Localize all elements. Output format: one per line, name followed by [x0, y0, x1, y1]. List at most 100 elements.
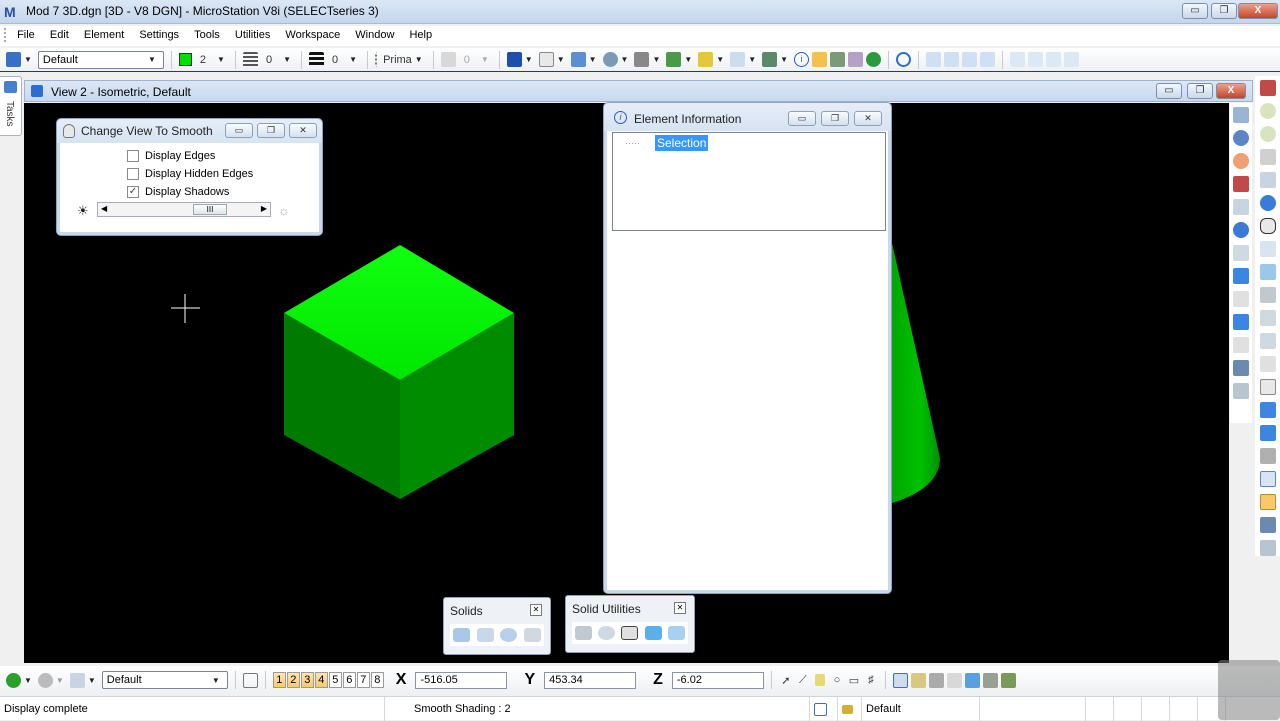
view-groups-tool[interactable]: ▼ — [69, 671, 99, 689]
dialog-close-button[interactable]: ✕ — [854, 111, 882, 126]
view-title-bar[interactable]: View 2 - Isometric, Default ▭ ❐ X — [24, 80, 1253, 102]
copy-view-icon[interactable] — [1233, 107, 1249, 123]
thicken-icon[interactable] — [644, 626, 662, 640]
animation-button[interactable] — [982, 671, 998, 689]
modify-solid-icon[interactable] — [523, 628, 541, 642]
element-selection-button[interactable]: ➚ — [779, 671, 793, 689]
view-bottom-button[interactable] — [1010, 51, 1026, 69]
view-minimize-button[interactable]: ▭ — [1156, 83, 1182, 99]
display-edges-option[interactable]: Display Edges — [127, 150, 215, 163]
pan-hand-icon[interactable] — [1259, 218, 1276, 234]
slider-thumb[interactable]: III — [193, 204, 227, 215]
shell-icon[interactable] — [598, 626, 616, 640]
slice-icon[interactable] — [667, 626, 685, 640]
separate-icon[interactable] — [621, 626, 639, 640]
globe-tool[interactable] — [866, 51, 882, 69]
view-iso-button[interactable] — [980, 51, 996, 69]
bottle-button[interactable] — [946, 671, 962, 689]
lights-tool[interactable]: ▼ — [730, 51, 759, 69]
z-coordinate-field[interactable]: -6.02 — [671, 671, 764, 689]
view-restore-button[interactable]: ❐ — [1187, 83, 1213, 99]
transparency-tool[interactable]: 0 ▼ — [440, 51, 492, 69]
window-area-icon[interactable] — [1259, 149, 1276, 165]
measure-tool[interactable] — [830, 51, 846, 69]
material-button[interactable] — [964, 671, 980, 689]
view-top-button[interactable] — [926, 51, 942, 69]
camera-icon[interactable] — [1259, 448, 1276, 464]
clip-volume-icon[interactable] — [1259, 494, 1276, 510]
show-display-depth-icon[interactable] — [1259, 425, 1276, 441]
perspective-icon[interactable] — [1259, 379, 1276, 395]
menu-utilities[interactable]: Utilities — [229, 26, 276, 44]
view-redo-icon[interactable] — [1259, 333, 1276, 349]
view-1-button[interactable]: 1 — [272, 672, 286, 688]
minimize-button[interactable]: ▭ — [1182, 3, 1208, 19]
display-hidden-edges-checkbox[interactable] — [127, 168, 139, 181]
display-edges-checkbox[interactable] — [127, 150, 139, 163]
render-button[interactable] — [1000, 671, 1016, 689]
design-history-button[interactable] — [1170, 697, 1198, 721]
boolean-icon[interactable] — [575, 626, 593, 640]
view-left-button[interactable] — [1046, 51, 1062, 69]
view-7-button[interactable]: 7 — [356, 672, 370, 688]
toolbox-close-button[interactable]: ✕ — [674, 602, 686, 614]
extrude-icon[interactable] — [476, 628, 494, 642]
view-previous-button[interactable]: ▼ — [6, 671, 35, 689]
slider-right-arrow[interactable]: ▶ — [261, 204, 267, 213]
extract-button[interactable] — [910, 671, 926, 689]
show-display-depth-icon[interactable] — [1233, 337, 1249, 353]
zoom-in-icon[interactable] — [1259, 103, 1276, 119]
y-coordinate-field[interactable]: 453.34 — [544, 671, 637, 689]
cone-shape[interactable] — [892, 243, 940, 503]
menu-tools[interactable]: Tools — [188, 26, 226, 44]
display-hidden-edges-option[interactable]: Display Hidden Edges — [127, 168, 253, 181]
active-level-status[interactable]: Default — [862, 697, 980, 721]
display-shadows-option[interactable]: ✓ Display Shadows — [127, 186, 229, 199]
menu-file[interactable]: File — [11, 26, 41, 44]
place-circle-button[interactable]: ○ — [830, 671, 844, 689]
camera-icon[interactable] — [1233, 360, 1249, 376]
menu-edit[interactable]: Edit — [44, 26, 75, 44]
view-attributes-icon[interactable] — [1233, 130, 1249, 146]
snap-mode-button[interactable] — [810, 697, 838, 721]
paint-icon[interactable] — [1233, 176, 1249, 192]
menu-settings[interactable]: Settings — [133, 26, 185, 44]
line-weight-tool[interactable]: 0 ▼ — [309, 51, 360, 69]
references-tool[interactable]: ▼ — [602, 51, 632, 69]
dialog-title-bar[interactable]: i Element Information ▭ ❐ ✕ — [604, 103, 891, 131]
render-tool[interactable]: ▼ — [762, 51, 791, 69]
place-smartline-button[interactable] — [813, 671, 827, 689]
menu-grip[interactable] — [4, 28, 8, 43]
view-4-button[interactable]: 4 — [314, 672, 328, 688]
view-8-button[interactable]: 8 — [370, 672, 384, 688]
line-style-tool[interactable]: 0 ▼ — [242, 51, 294, 69]
view-right-button[interactable] — [962, 51, 978, 69]
active-level-tool[interactable]: ▼ — [6, 51, 35, 69]
view-tool[interactable]: ▼ — [506, 51, 536, 69]
view-5-button[interactable]: 5 — [328, 672, 342, 688]
menu-workspace[interactable]: Workspace — [279, 26, 346, 44]
solid-cube-button[interactable] — [892, 671, 908, 689]
update-view-icon[interactable] — [1259, 80, 1276, 96]
display-style-icon[interactable] — [1233, 268, 1249, 284]
fit-view-icon[interactable] — [1259, 172, 1276, 188]
raster-tool[interactable]: ▼ — [634, 51, 663, 69]
view-front-button[interactable] — [944, 51, 960, 69]
menu-help[interactable]: Help — [403, 26, 438, 44]
rotate-view-icon[interactable] — [1259, 195, 1276, 211]
file-tool[interactable]: ▼ — [538, 51, 568, 69]
clip-volume-icon[interactable] — [1233, 314, 1249, 330]
view-3-button[interactable]: 3 — [300, 672, 314, 688]
fit-view-icon[interactable] — [1233, 199, 1249, 215]
dialog-minimize-button[interactable]: ▭ — [225, 123, 253, 138]
x-coordinate-field[interactable]: -516.05 — [415, 671, 508, 689]
camera-button[interactable] — [928, 671, 944, 689]
element-info-tool[interactable]: i — [794, 51, 810, 69]
copy-view-2-icon[interactable] — [1233, 383, 1249, 399]
zoom-out-icon[interactable] — [1259, 126, 1276, 142]
toolbox-close-button[interactable]: ✕ — [530, 604, 542, 616]
view-close-button[interactable]: X — [1216, 83, 1246, 99]
restore-button[interactable]: ❐ — [1211, 3, 1237, 19]
walk-icon[interactable] — [1259, 241, 1276, 257]
slab-icon[interactable] — [453, 628, 471, 642]
